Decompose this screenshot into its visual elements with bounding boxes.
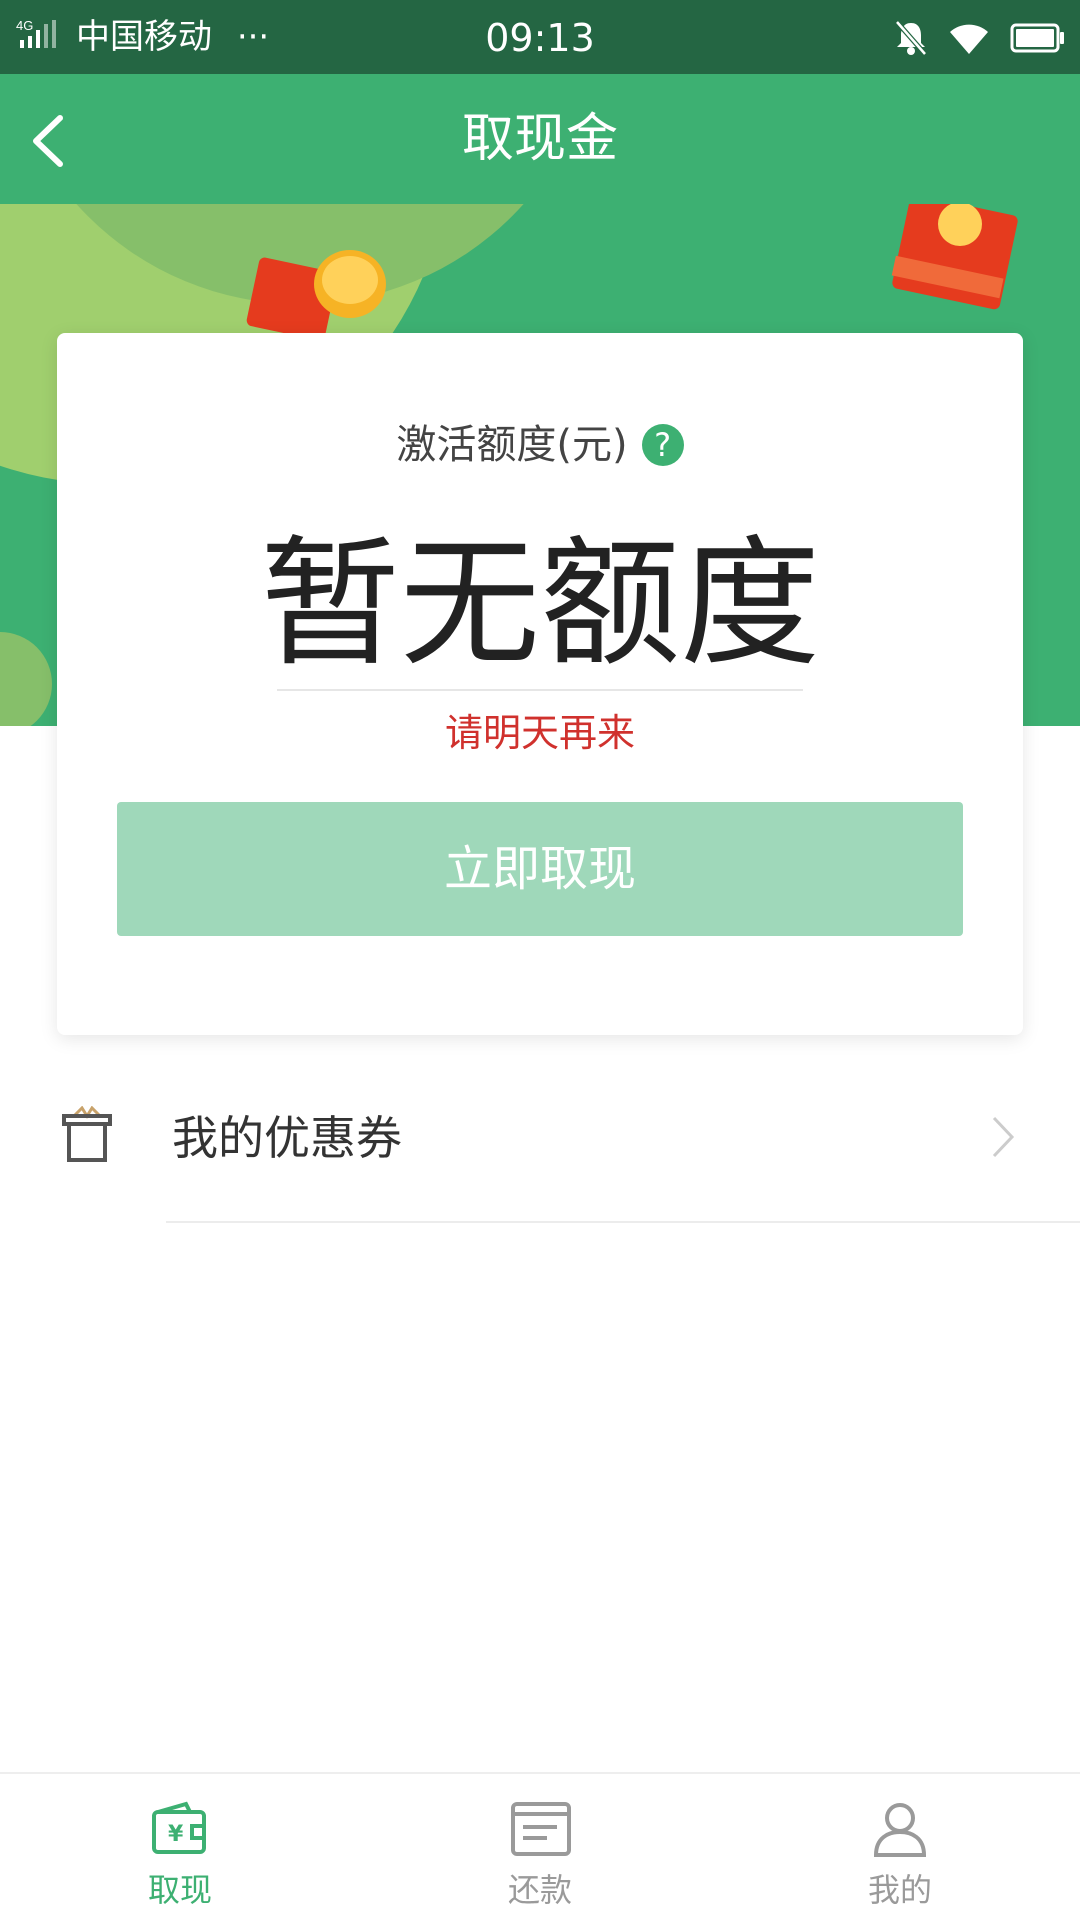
battery-icon	[1010, 23, 1064, 53]
coupon-label: 我的优惠券	[172, 1111, 402, 1165]
page-title: 取现金	[461, 109, 618, 169]
coupon-row[interactable]: 我的优惠券	[0, 1080, 1080, 1223]
help-icon[interactable]: ?	[641, 424, 684, 466]
credit-amount: 暂无额度	[259, 523, 820, 686]
bill-icon	[511, 1802, 571, 1856]
tab-mine[interactable]: 我的	[720, 1774, 1080, 1922]
credit-limit-text: 激活额度(元)	[396, 422, 628, 468]
tab-withdraw[interactable]: ¥ 取现	[0, 1774, 360, 1922]
divider	[166, 1221, 1080, 1223]
svg-text:¥: ¥	[168, 1822, 184, 1847]
status-icons	[894, 18, 1066, 58]
red-envelope-icon	[891, 204, 1018, 310]
withdraw-button[interactable]: 立即取现	[117, 802, 963, 936]
amount-underline	[277, 689, 803, 691]
wallet-icon: ¥	[152, 1801, 206, 1854]
user-icon	[873, 1803, 927, 1857]
credit-card-panel: 激活额度(元)? 暂无额度 请明天再来 立即取现	[57, 333, 1023, 1035]
tab-label: 还款	[507, 1871, 572, 1909]
app-header: 取现金	[0, 74, 1080, 204]
credit-limit-label: 激活额度(元)?	[57, 417, 1023, 473]
tab-label: 我的	[867, 1871, 932, 1909]
bottom-tab-bar: ¥ 取现 还款 我的	[0, 1772, 1080, 1920]
tab-label: 取现	[147, 1871, 212, 1909]
tab-repay[interactable]: 还款	[360, 1774, 720, 1922]
wifi-icon	[950, 24, 988, 54]
mute-bell-icon	[895, 20, 927, 56]
hint-text: 请明天再来	[444, 711, 635, 755]
chevron-right-icon	[992, 1116, 1015, 1158]
status-bar: 4G 中国移动 ··· 09:13	[0, 0, 1080, 74]
gift-box-icon	[62, 1106, 112, 1162]
